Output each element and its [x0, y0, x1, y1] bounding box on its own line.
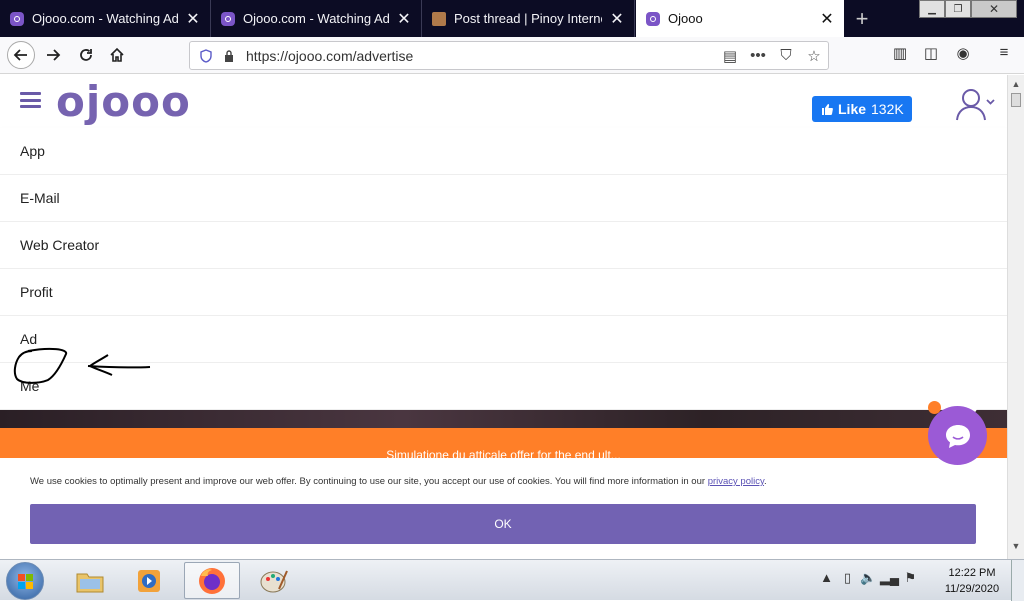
tab-close-icon[interactable]: ✕: [610, 9, 624, 29]
page-actions-icon[interactable]: •••: [744, 47, 772, 64]
menu-item-app[interactable]: App: [0, 128, 1007, 175]
ojooo-icon: [10, 11, 24, 26]
hero-image: [0, 410, 1007, 428]
network-signal-icon[interactable]: ▂▄: [879, 570, 900, 586]
site-header: ojooo Like 132K: [0, 75, 1007, 126]
menu-item-web-creator[interactable]: Web Creator: [0, 222, 1007, 269]
cookie-suffix: .: [764, 476, 767, 487]
menu-item-email[interactable]: E-Mail: [0, 175, 1007, 222]
privacy-policy-link[interactable]: privacy policy: [708, 476, 764, 487]
site-logo[interactable]: ojooo: [56, 77, 191, 126]
windows-taskbar: ▲ ▯ 🔈 ▂▄ ⚑ 12:22 PM 11/29/2020: [0, 559, 1024, 601]
sidebar-icon[interactable]: ◫: [921, 44, 941, 64]
cookie-banner: We use cookies to optimally present and …: [0, 458, 1007, 559]
forward-button[interactable]: [39, 41, 67, 69]
page-scrollbar[interactable]: ▲ ▼: [1007, 75, 1024, 559]
firefox-icon: [199, 567, 225, 594]
taskbar-paint[interactable]: [246, 562, 302, 599]
promo-band: Simulatione du atticale offer for the en…: [0, 428, 1007, 458]
window-close-button[interactable]: ✕: [971, 0, 1017, 18]
windows-logo-icon: [18, 574, 33, 589]
cookie-message: We use cookies to optimally present and …: [30, 476, 767, 487]
cookie-text: We use cookies to optimally present and …: [30, 476, 708, 487]
window-restore-button[interactable]: ❐: [945, 0, 971, 18]
tab-title: Post thread | Pinoy Internet a: [454, 11, 602, 26]
system-tray: ▲ ▯ 🔈 ▂▄ ⚑: [816, 570, 921, 586]
clock-time: 12:22 PM: [948, 567, 996, 579]
folder-icon: [76, 573, 104, 592]
new-tab-button[interactable]: +: [851, 6, 873, 32]
clock-date: 11/29/2020: [944, 583, 1000, 595]
tab-close-icon[interactable]: ✕: [186, 9, 200, 29]
menu-icon[interactable]: ≡: [994, 44, 1014, 64]
user-account-icon[interactable]: [955, 87, 997, 121]
scroll-up-icon[interactable]: ▲: [1010, 79, 1022, 93]
bookmark-star-icon[interactable]: ☆: [800, 47, 828, 65]
thumbs-up-icon: [822, 104, 833, 115]
tab-title: Ojooo.com - Watching Ad -: [243, 11, 389, 26]
paint-palette-icon: [260, 570, 288, 592]
tab-post-thread[interactable]: Post thread | Pinoy Internet a ✕: [422, 0, 635, 37]
start-button[interactable]: [6, 562, 44, 600]
browser-tab-strip: Ojooo.com - Watching Ad - ✕ Ojooo.com - …: [0, 0, 1024, 37]
tab-close-icon[interactable]: ✕: [397, 9, 411, 29]
show-desktop-button[interactable]: [1011, 560, 1024, 601]
pocket-icon[interactable]: ⛉: [772, 47, 800, 64]
home-button[interactable]: [103, 41, 131, 69]
account-icon[interactable]: ◉: [953, 44, 973, 64]
arrow-right-icon: [47, 49, 61, 61]
taskbar-firefox[interactable]: [184, 562, 240, 599]
home-icon: [110, 47, 124, 62]
show-hidden-icons-icon[interactable]: ▲: [816, 570, 837, 586]
tab-title: Ojooo.com - Watching Ad -: [32, 11, 178, 26]
lock-icon[interactable]: [224, 49, 234, 62]
promo-band-text: Simulatione du atticale offer for the en…: [386, 448, 621, 458]
scroll-down-icon[interactable]: ▼: [1010, 541, 1022, 555]
hand-drawn-arrow-annotation: [13, 347, 151, 384]
action-center-flag-icon[interactable]: ⚑: [900, 570, 921, 586]
reload-button[interactable]: [72, 41, 100, 69]
ojooo-icon: [221, 11, 235, 26]
facebook-like-button[interactable]: Like 132K: [812, 96, 912, 122]
web-page: ojooo Like 132K App E-Mail Web Creator P…: [0, 75, 1007, 559]
tab-ojooo-active[interactable]: Ojooo ✕: [636, 0, 844, 37]
hamburger-menu-icon[interactable]: [20, 92, 41, 108]
url-text[interactable]: https://ojooo.com/advertise: [246, 48, 716, 64]
navigation-toolbar: https://ojooo.com/advertise ▤ ••• ⛉ ☆ ▥ …: [0, 37, 1024, 74]
media-player-icon: [138, 569, 160, 592]
library-icon[interactable]: ▥: [890, 44, 910, 64]
arrow-left-icon: [13, 49, 27, 61]
taskbar-media-player[interactable]: [121, 562, 177, 599]
volume-icon[interactable]: 🔈: [858, 570, 879, 586]
chat-icon: [945, 424, 970, 448]
reload-icon: [80, 49, 92, 61]
menu-item-profit[interactable]: Profit: [0, 269, 1007, 316]
tab-ojooo-watching-ad-2[interactable]: Ojooo.com - Watching Ad - ✕: [211, 0, 422, 37]
window-minimize-button[interactable]: ▁: [919, 0, 945, 18]
cookie-ok-button[interactable]: OK: [30, 504, 976, 544]
ojooo-icon: [646, 11, 660, 26]
system-clock[interactable]: 12:22 PM 11/29/2020: [940, 565, 1004, 597]
reader-view-icon[interactable]: ▤: [716, 47, 744, 65]
chat-widget-button[interactable]: [928, 406, 987, 465]
like-count: 132K: [871, 101, 904, 117]
scrollbar-thumb[interactable]: [1011, 93, 1021, 107]
box-icon: [432, 11, 446, 26]
battery-icon[interactable]: ▯: [837, 570, 858, 586]
tab-close-icon[interactable]: ✕: [820, 9, 834, 29]
tab-title: Ojooo: [668, 11, 703, 26]
shield-icon[interactable]: [200, 48, 212, 63]
like-label: Like: [838, 101, 867, 117]
tab-ojooo-watching-ad-1[interactable]: Ojooo.com - Watching Ad - ✕: [0, 0, 211, 37]
taskbar-file-explorer[interactable]: [62, 562, 118, 599]
back-button[interactable]: [7, 41, 35, 69]
address-bar[interactable]: https://ojooo.com/advertise ▤ ••• ⛉ ☆: [189, 41, 829, 70]
